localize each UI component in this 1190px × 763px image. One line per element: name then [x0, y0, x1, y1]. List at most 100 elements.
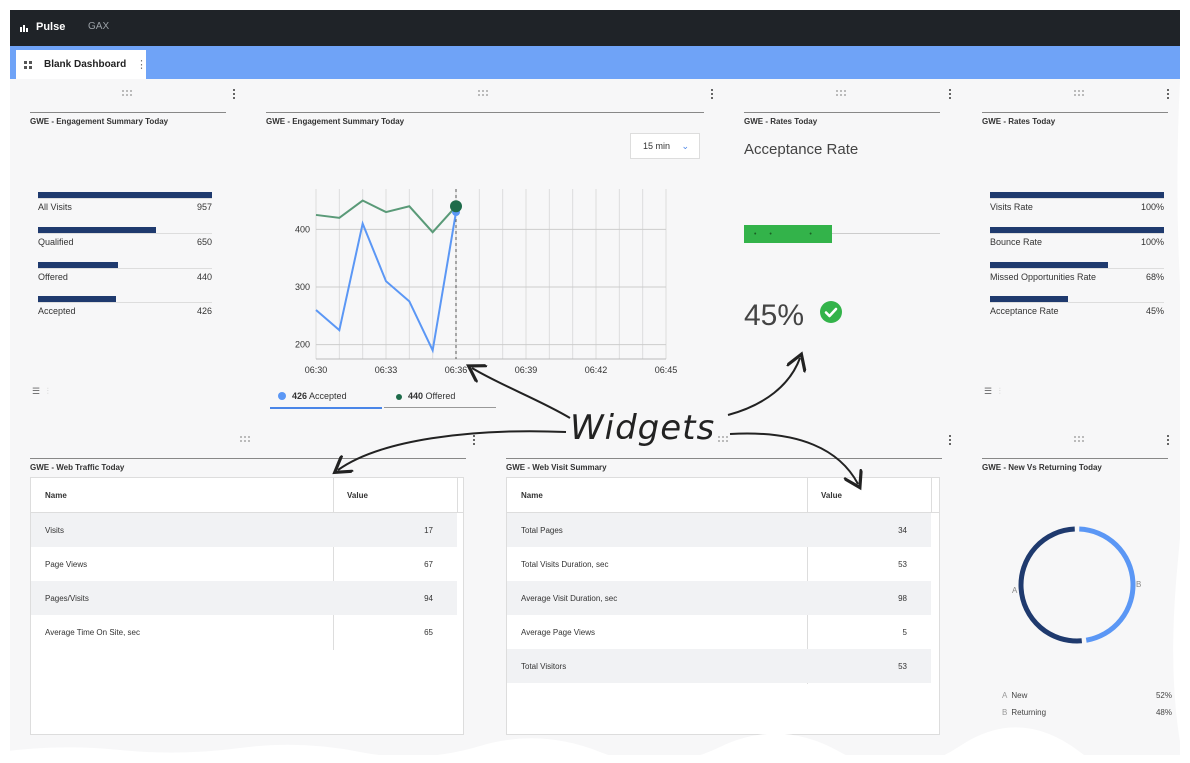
chart-view-icon[interactable]: ⫶ — [999, 386, 1001, 396]
column-value[interactable]: Value — [821, 491, 842, 500]
bar-fill — [990, 296, 1069, 302]
view-toggle[interactable]: ☰ ⫶ — [984, 386, 1001, 397]
check-circle-icon — [820, 301, 842, 323]
legend-label: Accepted — [309, 391, 347, 401]
row-name: Visits — [45, 526, 64, 535]
bar-label: All Visits — [38, 202, 72, 212]
table-row[interactable]: Visits 17 — [31, 513, 457, 547]
y-tick-label: 200 — [295, 340, 310, 350]
table-row[interactable]: Total Pages 34 — [507, 513, 931, 547]
bar-fill — [38, 262, 119, 268]
row-value: 65 — [424, 628, 433, 637]
bar-value: 100% — [1140, 202, 1164, 212]
gax-link[interactable]: GAX — [88, 21, 109, 32]
widget-menu-icon[interactable] — [949, 87, 952, 101]
drag-handle-icon[interactable] — [718, 436, 732, 444]
bar-row: Accepted 426 — [38, 296, 212, 316]
bar-view-icon[interactable]: ☰ — [984, 386, 992, 396]
widget-rates: GWE - Rates Today Visits Rate 100% Bounc… — [962, 79, 1180, 426]
donut-legend-new[interactable]: A New 52% — [1002, 691, 1172, 700]
legend-label: Offered — [425, 391, 456, 401]
bar-label: Offered — [38, 272, 68, 282]
donut-label-b: B — [1136, 580, 1141, 589]
column-value[interactable]: Value — [347, 491, 368, 500]
bar-row: Bounce Rate 100% — [990, 227, 1164, 247]
bar-track — [990, 227, 1164, 234]
row-value: 98 — [898, 594, 907, 603]
bar-track — [990, 262, 1164, 269]
drag-handle-icon[interactable] — [122, 90, 136, 98]
column-name[interactable]: Name — [521, 491, 543, 500]
bar-value: 957 — [196, 202, 212, 212]
x-tick-label: 06:39 — [515, 365, 538, 375]
widget-web-traffic: GWE - Web Traffic Today Name Value Visit… — [10, 425, 487, 755]
legend-offered[interactable]: 440 Offered — [396, 391, 455, 401]
column-name[interactable]: Name — [45, 491, 67, 500]
row-name: Pages/Visits — [45, 594, 89, 603]
table-row[interactable]: Page Views 67 — [31, 547, 457, 581]
table-row[interactable]: Total Visits Duration, sec 53 — [507, 547, 931, 581]
top-bar: Pulse GAX — [10, 10, 1180, 46]
app-name[interactable]: Pulse — [36, 21, 65, 33]
drag-handle-icon[interactable] — [1074, 90, 1088, 98]
bar-fill — [990, 227, 1164, 233]
donut-slice-new[interactable] — [1018, 526, 1083, 644]
bar-row: Qualified 650 — [38, 227, 212, 247]
tab-blank-dashboard[interactable]: Blank Dashboard ⋮ — [16, 50, 147, 79]
table-row[interactable]: Average Time On Site, sec 65 — [31, 615, 457, 649]
row-name: Total Visitors — [521, 662, 567, 671]
bar-track — [38, 296, 212, 303]
bar-label: Visits Rate — [990, 202, 1033, 212]
bar-value: 440 — [196, 272, 212, 282]
bar-fill — [990, 192, 1164, 198]
row-name: Total Visits Duration, sec — [521, 560, 609, 569]
y-tick-label: 400 — [295, 224, 310, 234]
widget-menu-icon[interactable] — [473, 433, 476, 447]
view-toggle[interactable]: ☰ ⫶ — [32, 386, 49, 397]
drag-handle-icon[interactable] — [836, 90, 850, 98]
bar-track — [38, 192, 212, 199]
table-header: Name Value — [31, 478, 463, 513]
title-rule — [744, 112, 940, 113]
bar-row: Offered 440 — [38, 262, 212, 282]
widget-menu-icon[interactable] — [949, 433, 952, 447]
legend-selected-rule — [270, 407, 382, 409]
interval-dropdown[interactable]: 15 min ⌄ — [630, 133, 700, 159]
table-row[interactable]: Average Visit Duration, sec 98 — [507, 581, 931, 615]
x-tick-label: 06:36 — [445, 365, 468, 375]
bar-label: Accepted — [38, 306, 76, 316]
drag-handle-icon[interactable] — [240, 436, 254, 444]
chart-view-icon[interactable]: ⫶ — [47, 386, 49, 396]
row-name: Total Pages — [521, 526, 563, 535]
widget-menu-icon[interactable] — [233, 87, 236, 101]
bar-row: Missed Opportunities Rate 68% — [990, 262, 1164, 282]
bar-view-icon[interactable]: ☰ — [32, 386, 40, 396]
x-tick-label: 06:30 — [305, 365, 328, 375]
widget-menu-icon[interactable] — [1167, 433, 1170, 447]
bar-label: Bounce Rate — [990, 237, 1043, 247]
donut-slice-returning[interactable] — [1079, 526, 1136, 643]
tab-menu-icon[interactable]: ⋮ — [136, 58, 147, 71]
donut-chart: A B — [1012, 526, 1141, 644]
column-divider — [931, 478, 932, 512]
donut-legend-returning[interactable]: B Returning 48% — [1002, 708, 1172, 717]
donut-label-a: A — [1012, 586, 1018, 595]
bar-row: Acceptance Rate 45% — [990, 296, 1164, 316]
legend-value: 426 — [292, 391, 308, 401]
drag-handle-icon[interactable] — [1074, 436, 1088, 444]
bar-value: 45% — [1145, 306, 1164, 316]
drag-handle-icon[interactable] — [478, 90, 492, 98]
table-row[interactable]: Total Visitors 53 — [507, 649, 931, 683]
bar-track — [38, 262, 212, 269]
row-name: Average Page Views — [521, 628, 595, 637]
widget-menu-icon[interactable] — [1167, 87, 1170, 101]
widget-menu-icon[interactable] — [711, 87, 714, 101]
pulse-logo-icon — [20, 25, 28, 32]
table-row[interactable]: Pages/Visits 94 — [31, 581, 457, 615]
tab-label: Blank Dashboard — [44, 59, 127, 70]
widget-engagement-chart: GWE - Engagement Summary Today 15 min ⌄ … — [246, 79, 725, 426]
title-rule — [506, 458, 942, 459]
table-row[interactable]: Average Page Views 5 — [507, 615, 931, 649]
bar-label: Acceptance Rate — [990, 306, 1059, 316]
legend-accepted[interactable]: 426 Accepted — [278, 391, 347, 401]
